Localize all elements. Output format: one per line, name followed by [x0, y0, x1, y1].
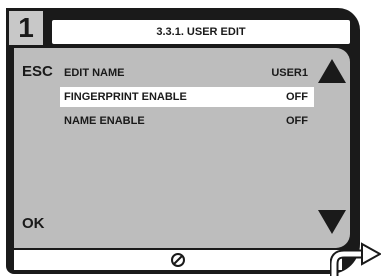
- no-sign-icon: [171, 253, 185, 267]
- triangle-down-icon[interactable]: [318, 210, 346, 234]
- esc-button[interactable]: ESC: [22, 63, 53, 80]
- menu-item-label: NAME ENABLE: [64, 115, 145, 127]
- menu-item-label: EDIT NAME: [64, 67, 125, 79]
- menu-item-label: FINGERPRINT ENABLE: [64, 91, 187, 103]
- menu-item-value: OFF: [286, 115, 308, 127]
- triangle-up-icon[interactable]: [318, 59, 346, 83]
- menu-item-edit-name[interactable]: EDIT NAME USER1: [60, 63, 314, 83]
- menu-item-value: OFF: [286, 91, 308, 103]
- menu-item-fingerprint-enable[interactable]: FINGERPRINT ENABLE OFF: [60, 87, 314, 107]
- menu-item-value: USER1: [271, 67, 308, 79]
- curved-arrow-right-icon: [330, 242, 381, 276]
- page-title: 3.3.1. USER EDIT: [52, 20, 350, 44]
- step-number-badge: 1: [6, 8, 46, 48]
- bottom-bar: [14, 250, 342, 270]
- ok-button[interactable]: OK: [22, 215, 45, 232]
- menu-item-name-enable[interactable]: NAME ENABLE OFF: [60, 111, 314, 131]
